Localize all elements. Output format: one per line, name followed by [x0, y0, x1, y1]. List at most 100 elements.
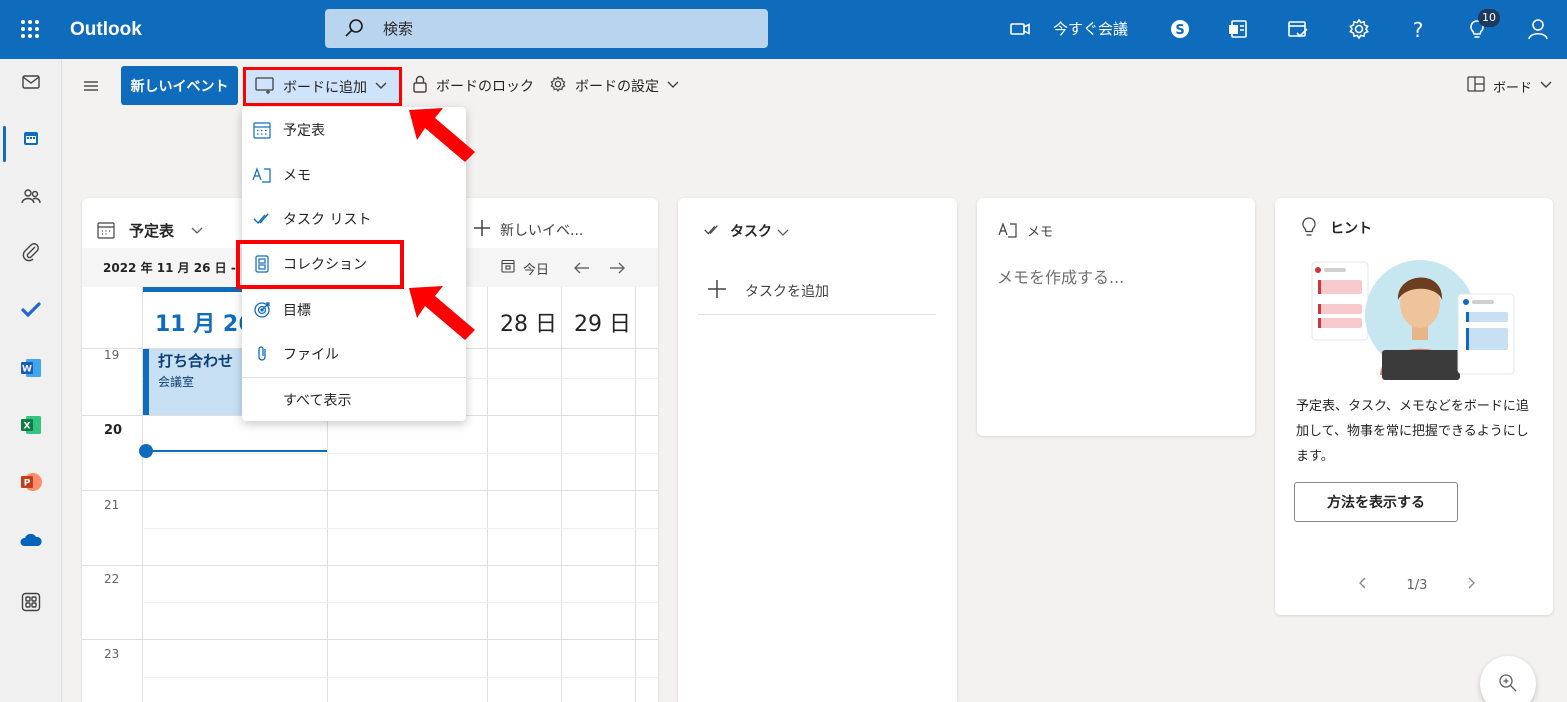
calendar-date-range[interactable]: 2022 年 11 月 26 日 -	[103, 259, 236, 276]
rail-active-indicator	[3, 126, 6, 162]
onedrive-icon[interactable]	[15, 528, 47, 560]
view-label: ボード	[1493, 80, 1533, 96]
add-task-label: タスクを追加	[745, 284, 829, 300]
grid-row-line	[82, 490, 658, 491]
task-card: タスク タスクを追加	[678, 198, 957, 702]
excel-icon[interactable]: X	[15, 413, 47, 445]
day-header[interactable]: 29 日	[574, 306, 631, 338]
todo-check-icon[interactable]	[15, 298, 47, 330]
menu-item-task-list[interactable]: タスク リスト	[242, 199, 466, 239]
svg-text:S: S	[1175, 23, 1184, 38]
powerpoint-icon[interactable]: P	[15, 470, 47, 502]
grid-half-row-line	[142, 677, 658, 678]
day-header-today[interactable]: 11 月 26	[155, 306, 254, 338]
chevron-right-icon[interactable]	[1465, 576, 1477, 594]
menu-item-show-all[interactable]: すべて表示	[242, 380, 466, 420]
calendar-card-title[interactable]: 予定表	[129, 220, 174, 241]
search-box[interactable]	[325, 9, 768, 48]
hint-pager: 1/3	[1357, 576, 1477, 594]
add-to-board-icon	[254, 75, 276, 99]
calendar-icon	[96, 220, 116, 244]
attachment-icon[interactable]	[15, 241, 47, 273]
lock-icon	[411, 74, 429, 98]
notification-badge: 10	[1478, 9, 1500, 27]
search-input[interactable]	[383, 17, 743, 41]
chevron-down-icon	[1539, 77, 1553, 95]
add-task-button[interactable]: タスクを追加	[706, 278, 829, 304]
mail-icon[interactable]	[15, 71, 47, 103]
top-bar: Outlook 今すぐ会議 S ? 10	[0, 0, 1567, 59]
svg-text:X: X	[24, 422, 31, 432]
chevron-down-icon	[666, 77, 680, 95]
chevron-down-icon[interactable]	[776, 224, 790, 243]
help-icon[interactable]: ?	[1404, 16, 1432, 44]
hint-page-indicator: 1/3	[1406, 577, 1428, 593]
my-day-icon[interactable]	[1284, 16, 1312, 44]
calendar-new-event-button[interactable]: 新しいイベ...	[472, 218, 583, 242]
note-icon	[251, 164, 273, 186]
people-icon[interactable]	[15, 185, 47, 217]
settings-gear-icon[interactable]	[1345, 16, 1373, 44]
app-title[interactable]: Outlook	[70, 16, 142, 44]
hamburger-menu-icon[interactable]	[80, 76, 102, 98]
add-to-board-button[interactable]: ボードに追加	[243, 67, 402, 106]
lock-board-label: ボードのロック	[436, 79, 534, 95]
plus-icon	[706, 278, 728, 304]
more-apps-icon[interactable]	[15, 591, 47, 623]
show-how-button[interactable]: 方法を表示する	[1294, 482, 1458, 522]
new-event-button[interactable]: 新しいイベント	[121, 66, 238, 105]
memo-card: メモ メモを作成する...	[977, 198, 1255, 436]
day-header[interactable]: 28 日	[500, 306, 557, 338]
meet-now-button[interactable]: 今すぐ会議	[1053, 16, 1128, 42]
chevron-left-icon[interactable]	[1357, 576, 1369, 594]
attachment-icon	[251, 343, 273, 365]
svg-text:P: P	[24, 479, 31, 489]
account-avatar-icon[interactable]	[1524, 16, 1552, 44]
app-launcher-icon[interactable]	[18, 17, 42, 41]
board-settings-button[interactable]: ボードの設定	[548, 72, 680, 100]
word-icon[interactable]: W	[15, 356, 47, 388]
zoom-button[interactable]	[1480, 656, 1536, 702]
lock-board-button[interactable]: ボードのロック	[411, 72, 534, 100]
hour-label-current: 20	[104, 423, 123, 438]
menu-item-label: すべて表示	[283, 393, 352, 409]
hour-label: 22	[104, 572, 120, 586]
red-arrow-annotation	[409, 108, 475, 162]
onenote-feed-icon[interactable]	[1225, 16, 1253, 44]
hint-description: 予定表、タスク、メモなどをボードに追加して、物事を常に把握できるようにします。	[1296, 399, 1529, 464]
calendar-icon	[251, 119, 273, 141]
board-settings-label: ボードの設定	[575, 79, 659, 95]
chevron-down-icon[interactable]	[190, 222, 204, 241]
view-switcher-button[interactable]: ボード	[1466, 72, 1553, 100]
menu-item-label: メモ	[283, 168, 311, 184]
hint-card: ヒント 予定表、タスク、メモなどをボードに追加して、物事を常に把握できるようにし…	[1275, 198, 1553, 615]
current-time-dot	[139, 444, 153, 458]
skype-icon[interactable]: S	[1166, 16, 1194, 44]
task-card-title[interactable]: タスク	[730, 221, 772, 241]
hour-label: 19	[104, 348, 120, 362]
today-button[interactable]: 今日	[500, 258, 549, 278]
next-arrow-icon[interactable]	[607, 258, 627, 282]
svg-text:W: W	[22, 365, 32, 375]
previous-arrow-icon[interactable]	[572, 258, 592, 282]
calendar-new-event-label: 新しいイベ...	[500, 223, 584, 239]
memo-input[interactable]: メモを作成する...	[997, 264, 1124, 288]
calendar-event[interactable]: 打ち合わせ 会議室	[143, 349, 253, 415]
plus-icon	[472, 218, 492, 242]
collection-highlight-box	[236, 240, 404, 289]
today-calendar-icon	[500, 258, 516, 278]
hour-label: 21	[104, 498, 120, 512]
hour-label: 23	[104, 647, 120, 661]
today-label: 今日	[523, 262, 550, 278]
menu-divider	[242, 377, 466, 378]
grid-half-row-line	[142, 528, 658, 529]
calendar-icon[interactable]	[15, 127, 47, 159]
menu-item-label: 目標	[283, 303, 311, 319]
search-icon	[343, 17, 365, 39]
hint-card-title: ヒント	[1330, 221, 1372, 237]
chevron-down-icon	[374, 78, 388, 96]
video-camera-icon[interactable]	[1006, 16, 1034, 44]
task-divider	[698, 314, 936, 315]
zoom-in-icon	[1497, 672, 1519, 698]
menu-item-label: 予定表	[283, 123, 325, 139]
